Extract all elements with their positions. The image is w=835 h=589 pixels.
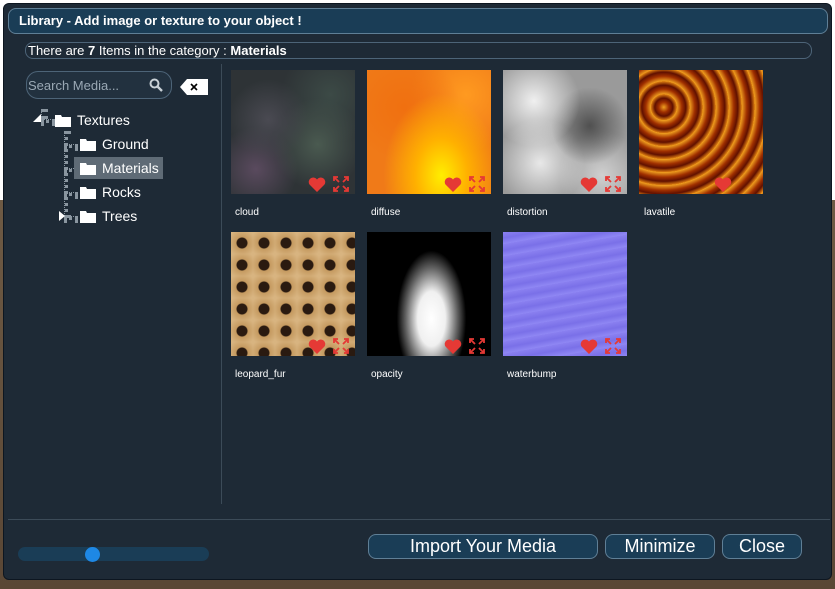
info-middle: Items in the category :: [98, 43, 227, 58]
lavatile-texture: [639, 70, 763, 194]
tree-node-label: Rocks: [102, 184, 141, 200]
category-info-bar: There are 7 Items in the category : Mate…: [25, 42, 812, 59]
tree-node-trees[interactable]: Trees: [77, 205, 137, 227]
expand-icon[interactable]: [605, 176, 621, 192]
search-box: [26, 71, 172, 99]
expand-triangle-icon[interactable]: [33, 114, 41, 122]
info-prefix: There are: [28, 43, 85, 58]
folder-icon: [80, 186, 96, 199]
panel-divider: [221, 64, 222, 504]
folder-icon: [80, 210, 96, 223]
favorite-heart-icon[interactable]: [308, 177, 326, 192]
expand-icon[interactable]: [469, 176, 485, 192]
search-icon[interactable]: [149, 78, 163, 92]
media-thumb-leopard-fur[interactable]: [231, 232, 355, 356]
clear-search-icon[interactable]: [180, 79, 208, 95]
zoom-slider-handle[interactable]: [85, 547, 100, 562]
expand-icon[interactable]: [469, 338, 485, 354]
collapsed-triangle-icon[interactable]: [59, 211, 65, 221]
footer-divider: [8, 519, 830, 520]
folder-icon: [80, 138, 96, 151]
expand-icon[interactable]: [605, 338, 621, 354]
tree-node-label: Ground: [102, 136, 149, 152]
media-thumb-lavatile[interactable]: [639, 70, 763, 194]
media-caption: leopard_fur: [235, 369, 286, 380]
category-name: Materials: [230, 43, 287, 58]
media-caption: cloud: [235, 207, 259, 218]
folder-icon: [55, 114, 71, 127]
favorite-heart-icon[interactable]: [308, 339, 326, 354]
minimize-button[interactable]: Minimize: [605, 534, 715, 559]
favorite-heart-icon[interactable]: [580, 177, 598, 192]
dialog-title: Library - Add image or texture to your o…: [8, 8, 828, 34]
tree-node-label: Textures: [77, 112, 130, 128]
tree-node-ground[interactable]: Ground: [77, 133, 149, 155]
media-thumb-cloud[interactable]: [231, 70, 355, 194]
media-caption: waterbump: [507, 369, 557, 380]
expand-icon[interactable]: [333, 176, 349, 192]
tree-node-materials[interactable]: Materials: [74, 157, 163, 179]
search-input[interactable]: [28, 76, 138, 94]
tree-node-label: Materials: [102, 160, 159, 176]
media-thumb-diffuse[interactable]: [367, 70, 491, 194]
library-dialog: Library - Add image or texture to your o…: [3, 3, 832, 580]
close-button[interactable]: Close: [722, 534, 802, 559]
import-media-button[interactable]: Import Your Media: [368, 534, 598, 559]
favorite-heart-icon[interactable]: [580, 339, 598, 354]
media-thumb-distortion[interactable]: [503, 70, 627, 194]
tree-node-textures[interactable]: Textures: [55, 109, 130, 131]
media-caption: distortion: [507, 207, 548, 218]
expand-icon[interactable]: [333, 338, 349, 354]
media-caption: diffuse: [371, 207, 401, 218]
favorite-heart-icon[interactable]: [444, 177, 462, 192]
folder-icon: [80, 162, 96, 175]
media-caption: lavatile: [644, 207, 676, 218]
favorite-heart-icon[interactable]: [714, 177, 732, 192]
zoom-slider[interactable]: [18, 547, 209, 562]
tree-node-label: Trees: [102, 208, 138, 224]
media-caption: opacity: [371, 369, 403, 380]
media-thumb-opacity[interactable]: [367, 232, 491, 356]
item-count: 7: [88, 43, 96, 58]
media-thumb-waterbump[interactable]: [503, 232, 627, 356]
tree-node-rocks[interactable]: Rocks: [77, 181, 141, 203]
favorite-heart-icon[interactable]: [444, 339, 462, 354]
